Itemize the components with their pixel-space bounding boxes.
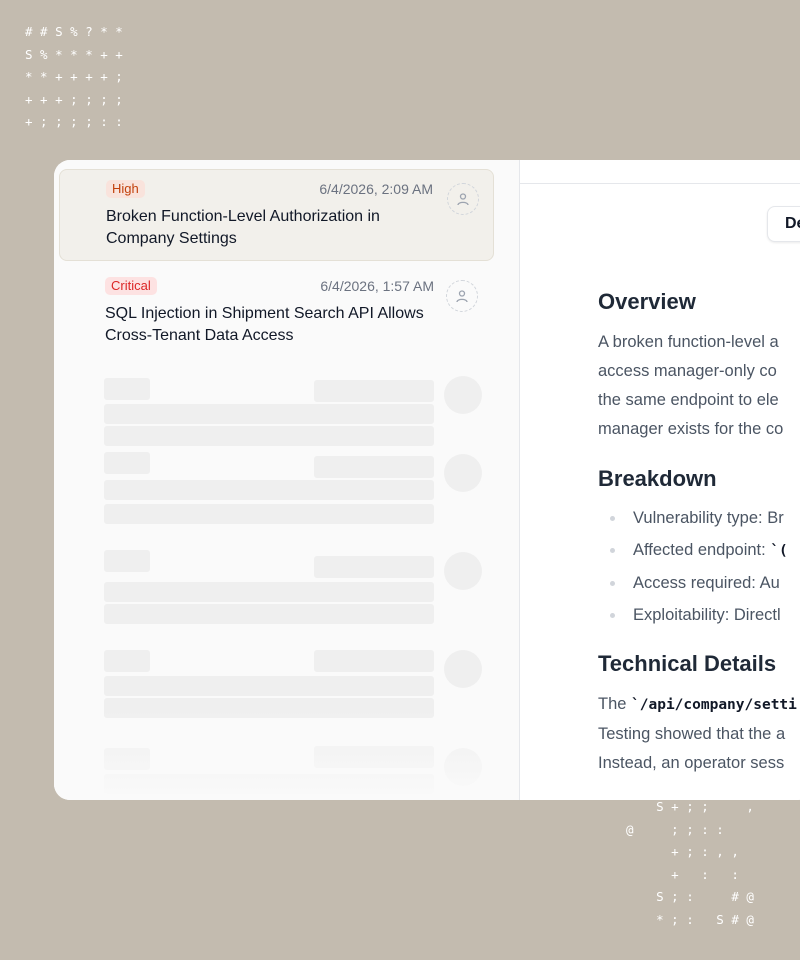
assignee-avatar[interactable] <box>446 280 478 312</box>
report-content: Overview A broken function-level a acces… <box>598 288 800 778</box>
user-icon <box>457 193 469 206</box>
finding-detail-panel: De Overview A broken function-level a ac… <box>520 160 800 800</box>
finding-date: 6/4/2026, 2:09 AM <box>319 181 433 197</box>
breakdown-item: Exploitability: Directl <box>598 599 800 631</box>
ascii-decoration-top-left: # # S % ? * * S % * * * + + * * + + + + … <box>25 24 123 129</box>
breakdown-list: Vulnerability type: Br Affected endpoint… <box>598 502 800 631</box>
finding-title: Broken Function-Level Authorization in C… <box>106 208 380 247</box>
finding-title: SQL Injection in Shipment Search API All… <box>105 305 424 344</box>
breakdown-item: Access required: Au <box>598 567 800 599</box>
overview-line: manager exists for the co <box>598 420 784 438</box>
overview-line: the same endpoint to ele <box>598 391 779 409</box>
assignee-avatar[interactable] <box>447 183 479 215</box>
user-icon <box>456 290 468 303</box>
finding-date: 6/4/2026, 1:57 AM <box>320 278 434 294</box>
finding-item[interactable]: Critical 6/4/2026, 1:57 AM SQL Injection… <box>59 267 494 359</box>
overview-line: A broken function-level a <box>598 333 779 351</box>
severity-badge: Critical <box>105 277 157 295</box>
breakdown-item: Affected endpoint: `( <box>598 534 800 567</box>
findings-list: High 6/4/2026, 2:09 AM Broken Function-L… <box>54 160 520 800</box>
technical-details-heading: Technical Details <box>598 651 777 676</box>
list-fade <box>54 710 519 800</box>
details-tab-button[interactable]: De <box>767 206 800 242</box>
breakdown-item: Vulnerability type: Br <box>598 502 800 534</box>
overview-heading: Overview <box>598 289 696 314</box>
breakdown-heading: Breakdown <box>598 466 717 491</box>
overview-line: access manager-only co <box>598 362 777 380</box>
app-window: High 6/4/2026, 2:09 AM Broken Function-L… <box>54 160 800 800</box>
finding-item[interactable]: High 6/4/2026, 2:09 AM Broken Function-L… <box>59 169 494 261</box>
technical-line: Instead, an operator sess <box>598 754 785 772</box>
ascii-decoration-bottom-right: S + ; ; , @ ; ; : : + ; : , , + : : S ; … <box>626 799 754 927</box>
technical-line: Testing showed that the a <box>598 725 786 743</box>
severity-badge: High <box>106 180 145 198</box>
technical-line: The `/api/company/setti <box>598 695 797 713</box>
detail-toolbar <box>520 160 800 184</box>
